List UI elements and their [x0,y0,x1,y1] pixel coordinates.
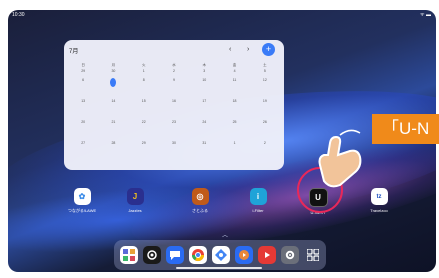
play-icon[interactable] [258,246,276,264]
calendar-weekday: 水2 [172,63,176,73]
calendar-day[interactable]: 12 [250,75,280,96]
calendar-weekday: 火1 [141,63,146,73]
calendar-day[interactable]: 14 [98,96,128,117]
calendar-day[interactable]: 28 [98,138,128,159]
calendar-day[interactable]: 25 [219,117,249,138]
app-tsunagaru[interactable]: ✿ つながる!LAWE [62,188,102,214]
tsunagaru-icon: ✿ [73,188,91,205]
app-label: Jazzles [128,208,142,213]
travelzoo-icon: tz [370,188,388,205]
calendar-day[interactable]: 21 [98,117,128,138]
home-indicator[interactable] [176,267,262,269]
calendar-day[interactable]: 15 [129,96,159,117]
calendar-month: 7月 [69,49,79,55]
calendar-weekday: 月 30 [111,63,116,73]
calendar-weekday-row: 日 29 月 30 火1 水2 木3 金4 土5 [68,62,280,75]
app-ifilter[interactable]: i i-Filter [238,188,278,213]
chrome-icon[interactable] [189,246,207,264]
app-grid-icon[interactable] [120,246,138,264]
tap-hand-icon [318,129,362,188]
app-jazzles[interactable]: J Jazzles [115,188,155,213]
chat-icon[interactable] [166,246,184,264]
chevron-up-icon[interactable]: ︿ [222,230,228,239]
settings-icon[interactable] [281,246,299,264]
status-icons: ᯤ ▬ [420,12,431,18]
calendar-day[interactable]: 19 [250,96,280,117]
calendar-week-row: 13 14 15 16 17 18 19 [68,96,280,117]
ifilter-icon: i [249,188,267,205]
tablet-frame: 10:30 ᯤ ▬ 7月 ‹ › + 日 29 月 30 火1 水2 木3 金4 土… [0,0,439,278]
calendar-week-row: 20 21 22 23 24 25 26 [68,117,280,138]
photos-icon[interactable] [212,246,230,264]
app-label: さとふる [192,208,208,213]
calendar-weekday: 日 29 [81,63,86,73]
calendar-week-row: 6 8 9 10 11 12 [68,75,280,96]
calendar-next-button[interactable]: › [247,46,249,53]
calendar-day[interactable]: 2 [250,138,280,159]
calendar-day[interactable]: 29 [129,138,159,159]
calendar-weekday: 木3 [202,63,207,73]
calendar-day[interactable]: 16 [159,96,189,117]
app-label: Travelzoo [370,208,388,213]
calendar-day[interactable]: 20 [68,117,98,138]
taskbar [114,240,326,270]
app-satofuru[interactable]: ◎ さとふる [180,188,220,214]
calendar-weekday: 土5 [263,63,267,73]
app-label: つながる!LAWE [67,208,97,213]
camera-icon[interactable] [143,246,161,264]
calendar-widget[interactable]: 7月 ‹ › + 日 29 月 30 火1 水2 木3 金4 土5 6 8 9 10… [64,40,284,170]
calendar-day[interactable]: 24 [189,117,219,138]
calendar-day[interactable]: 1 [219,138,249,159]
calendar-add-button[interactable]: + [262,43,275,56]
app-travelzoo[interactable]: tz Travelzoo [359,188,399,213]
calendar-grid: 日 29 月 30 火1 水2 木3 金4 土5 6 8 9 10 11 12 13… [68,62,280,159]
status-time: 10:30 [12,12,25,18]
app-label: i-Filter [252,208,264,213]
calendar-day[interactable]: 17 [189,96,219,117]
calendar-day[interactable]: 27 [68,138,98,159]
calendar-day[interactable]: 26 [250,117,280,138]
apps-icon[interactable] [304,246,322,264]
jazzles-icon: J [126,188,144,205]
calendar-day-today[interactable] [98,75,128,96]
calendar-day[interactable]: 30 [159,138,189,159]
calendar-prev-button[interactable]: ‹ [229,46,231,53]
calendar-day[interactable]: 6 [68,75,98,96]
calendar-day[interactable]: 18 [219,96,249,117]
calendar-day[interactable]: 11 [219,75,249,96]
youtube-icon[interactable] [235,246,253,264]
calendar-week-row: 27 28 29 30 31 1 2 [68,138,280,159]
calendar-day[interactable]: 31 [189,138,219,159]
calendar-day[interactable]: 8 [129,75,159,96]
calendar-day[interactable]: 13 [68,96,98,117]
calendar-day[interactable]: 9 [159,75,189,96]
today-dot [110,78,117,87]
calendar-day[interactable]: 10 [189,75,219,96]
calendar-day[interactable]: 23 [159,117,189,138]
calendar-weekday: 金4 [232,63,237,73]
satofuru-icon: ◎ [191,188,209,205]
calendar-day[interactable]: 22 [129,117,159,138]
callout-banner: 「U-N [372,114,439,144]
